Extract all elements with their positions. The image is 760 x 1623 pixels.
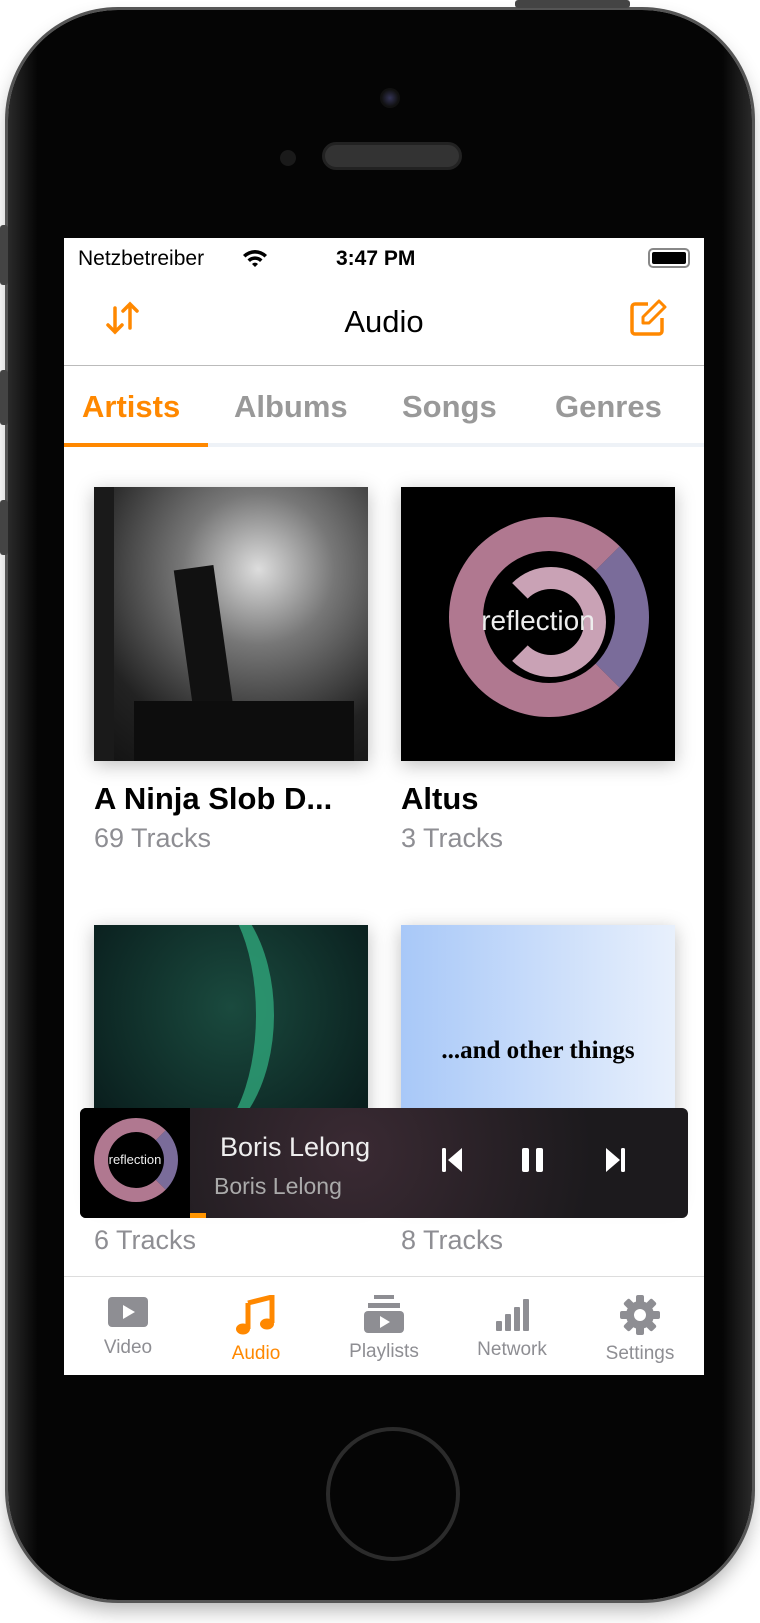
tabbar-item-settings[interactable]: Settings [576, 1277, 704, 1375]
artist-name: Altus [401, 781, 479, 816]
wifi-icon [243, 250, 267, 267]
artist-card[interactable]: reflection Altus 3 Tracks [401, 487, 675, 854]
tab-songs[interactable]: Songs [402, 389, 497, 425]
gear-icon [620, 1295, 660, 1335]
mute-switch [0, 225, 8, 285]
artwork-text: reflection [481, 605, 595, 636]
now-playing-artist: Boris Lelong [214, 1173, 342, 1199]
active-tab-indicator [64, 443, 208, 447]
proximity-sensor [280, 150, 296, 166]
music-note-icon [236, 1295, 275, 1335]
bottom-tab-bar: Video Audio Playlists Network Settings [64, 1276, 704, 1375]
app-screen: Netzbetreiber 3:47 PM Audio Artists Albu… [64, 238, 704, 1375]
edit-icon[interactable] [628, 298, 668, 338]
video-icon [108, 1297, 148, 1327]
tab-albums[interactable]: Albums [234, 389, 348, 425]
artwork-text: ...and other things [441, 1037, 635, 1064]
home-button[interactable] [326, 1427, 460, 1561]
artwork-text: reflection [108, 1152, 162, 1167]
battery-icon [648, 248, 690, 268]
tabbar-label: Network [477, 1339, 547, 1360]
next-track-icon[interactable] [602, 1146, 628, 1174]
tabbar-item-video[interactable]: Video [64, 1277, 192, 1375]
tab-artists[interactable]: Artists [82, 389, 180, 425]
tab-genres[interactable]: Genres [555, 389, 662, 425]
volume-up-button [0, 370, 8, 425]
pause-icon[interactable] [520, 1146, 546, 1174]
now-playing-artwork: reflection [80, 1108, 190, 1218]
artist-card[interactable]: A Ninja Slob D... 69 Tracks [94, 487, 368, 854]
track-count: 69 Tracks [94, 823, 212, 853]
status-bar: Netzbetreiber 3:47 PM [64, 238, 704, 276]
artist-artwork [94, 487, 368, 761]
tabbar-label: Playlists [349, 1341, 419, 1362]
tabbar-item-network[interactable]: Network [448, 1277, 576, 1375]
power-button [515, 0, 630, 8]
playlists-icon [364, 1295, 404, 1333]
front-camera [380, 88, 400, 108]
earpiece-speaker [322, 142, 462, 170]
tabbar-item-audio[interactable]: Audio [192, 1277, 320, 1375]
artist-artwork: reflection [401, 487, 675, 761]
mini-player[interactable]: reflection Boris Lelong Boris Lelong [80, 1108, 688, 1218]
category-tabs: Artists Albums Songs Genres [64, 367, 704, 447]
tabbar-label: Audio [231, 1343, 281, 1364]
network-signal-icon [496, 1299, 529, 1331]
tabbar-item-playlists[interactable]: Playlists [320, 1277, 448, 1375]
track-count: 3 Tracks [401, 823, 504, 853]
tabbar-label: Video [103, 1337, 153, 1358]
previous-track-icon[interactable] [440, 1146, 466, 1174]
tabbar-label: Settings [605, 1343, 675, 1364]
clock: 3:47 PM [336, 247, 416, 270]
track-count: 8 Tracks [401, 1225, 504, 1255]
volume-down-button [0, 500, 8, 555]
track-count: 6 Tracks [94, 1225, 197, 1255]
carrier-label: Netzbetreiber [78, 247, 205, 270]
artist-name: A Ninja Slob D... [94, 781, 333, 816]
now-playing-title: Boris Lelong [220, 1132, 371, 1162]
navigation-bar: Audio [64, 276, 704, 366]
playback-progress[interactable] [190, 1213, 206, 1218]
page-title: Audio [344, 304, 424, 339]
